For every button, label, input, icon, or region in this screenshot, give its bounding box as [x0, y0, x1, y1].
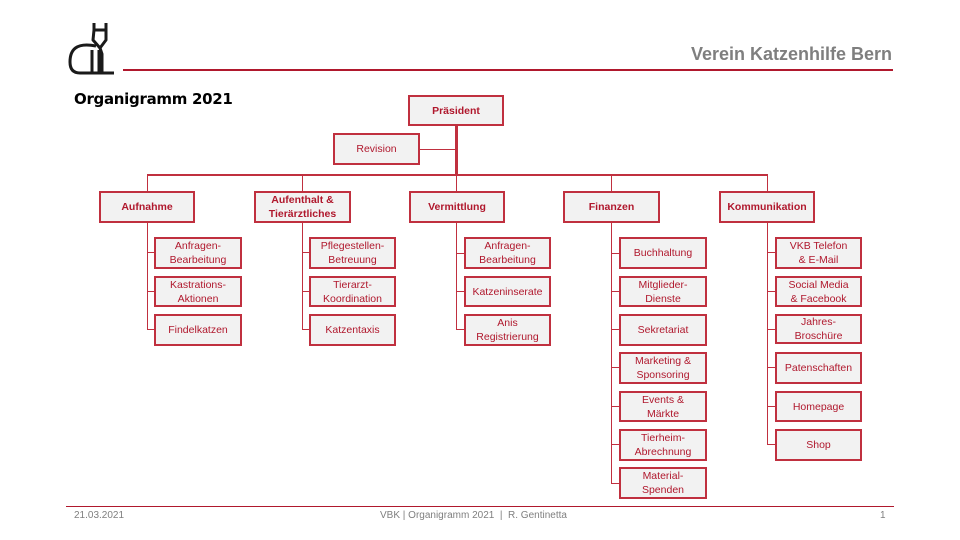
org-box-unit[interactable]: Katzentaxis	[309, 314, 396, 346]
page-title: Organigramm 2021	[74, 90, 233, 108]
brand-name: Verein Katzenhilfe Bern	[690, 44, 892, 64]
org-box-unit[interactable]: Anis Registrierung	[464, 314, 551, 346]
org-box-unit[interactable]: Events & Märkte	[619, 391, 707, 422]
org-box-unit[interactable]: Homepage	[775, 391, 862, 422]
org-box-unit[interactable]: Sekretariat	[619, 314, 707, 346]
org-box-unit[interactable]: Tierarzt- Koordination	[309, 276, 396, 307]
org-box-unit[interactable]: Findelkatzen	[154, 314, 242, 346]
org-box-unit[interactable]: Material- Spenden	[619, 467, 707, 499]
org-box-unit[interactable]: Mitglieder- Dienste	[619, 276, 707, 307]
org-box-unit[interactable]: VKB Telefon & E-Mail	[775, 237, 862, 269]
org-box-unit[interactable]: Kastrations- Aktionen	[154, 276, 242, 307]
org-box-department[interactable]: Finanzen	[563, 191, 660, 223]
footer-rule	[66, 506, 894, 507]
cat-icon	[68, 23, 114, 75]
logo	[66, 20, 116, 75]
org-box-department[interactable]: Aufenthalt & Tierärztliches	[254, 191, 351, 223]
org-box-unit[interactable]: Marketing & Sponsoring	[619, 352, 707, 384]
org-box-department[interactable]: Kommunikation	[719, 191, 815, 223]
org-box-revision[interactable]: Revision	[333, 133, 420, 165]
footer-page-number: 1	[880, 510, 886, 521]
org-box-department[interactable]: Aufnahme	[99, 191, 195, 223]
org-box-unit[interactable]: Patenschaften	[775, 352, 862, 384]
header-rule	[123, 69, 893, 71]
org-box-unit[interactable]: Tierheim- Abrechnung	[619, 429, 707, 461]
org-box-unit[interactable]: Buchhaltung	[619, 237, 707, 269]
org-box-unit[interactable]: Anfragen- Bearbeitung	[154, 237, 242, 269]
org-box-unit[interactable]: Social Media & Facebook	[775, 276, 862, 307]
org-box-unit[interactable]: Pflegestellen- Betreuung	[309, 237, 396, 269]
org-box-department[interactable]: Vermittlung	[409, 191, 505, 223]
footer-date: 21.03.2021	[74, 510, 125, 521]
footer-center: VBK | Organigramm 2021 | R. Gentinetta	[380, 510, 567, 521]
org-box-president[interactable]: Präsident	[408, 95, 504, 126]
org-box-unit[interactable]: Anfragen- Bearbeitung	[464, 237, 551, 269]
org-box-unit[interactable]: Jahres- Broschüre	[775, 314, 862, 344]
org-box-unit[interactable]: Katzeninserate	[464, 276, 551, 307]
org-box-unit[interactable]: Shop	[775, 429, 862, 461]
